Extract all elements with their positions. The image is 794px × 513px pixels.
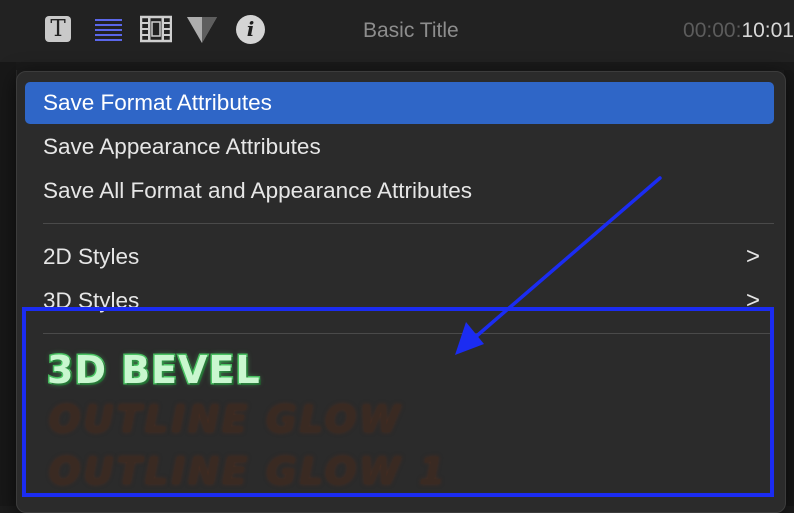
annotation-arrow [455, 176, 662, 355]
